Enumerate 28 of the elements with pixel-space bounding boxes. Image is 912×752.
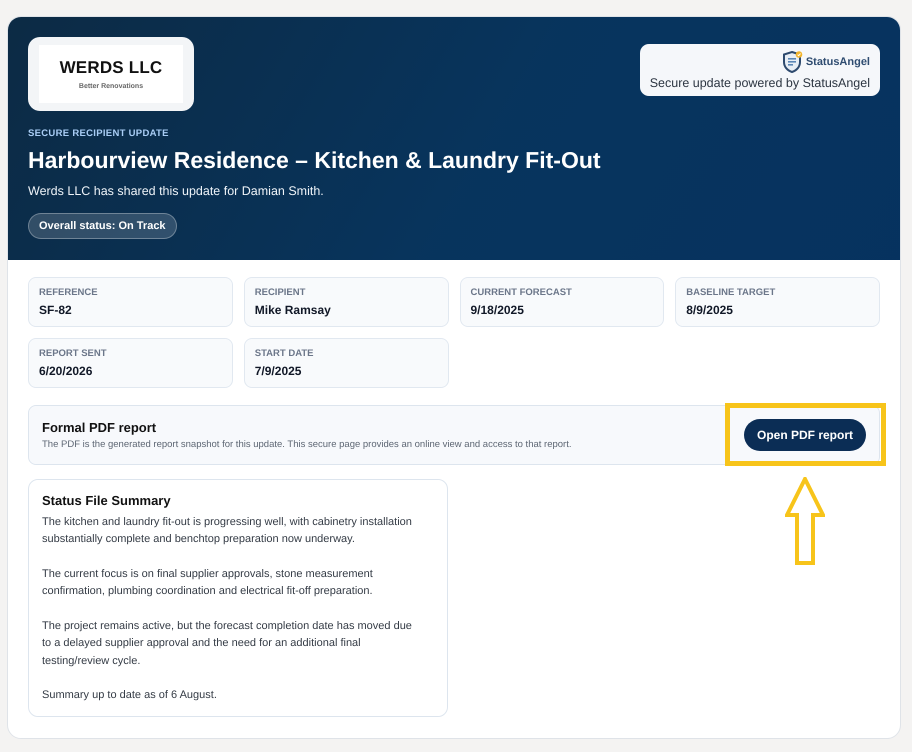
pdf-report-description: The PDF is the generated report snapshot for this update. This secure page provides an online view and access to that report. (42, 438, 572, 450)
shared-by-text: Werds LLC has shared this update for Damian Smith. (28, 184, 324, 198)
eyebrow-label: SECURE RECIPIENT UPDATE (28, 128, 169, 139)
provider-logo-text: StatusAngel (806, 56, 870, 68)
open-pdf-button[interactable]: Open PDF report (744, 418, 866, 451)
detail-value: 7/9/2025 (254, 364, 302, 378)
detail-value: 8/9/2025 (686, 302, 734, 317)
detail-label: REPORT SENT (39, 348, 108, 359)
summary-paragraph: The project remains active, but the forecast completion date has moved due to a delayed supplier approval and the need for an additional final testing/review cycle. (42, 618, 413, 669)
detail-label: RECIPIENT (254, 286, 306, 298)
pdf-report-title: Formal PDF report (42, 420, 158, 435)
company-name: WERDS LLC (60, 58, 162, 78)
detail-value: Mike Ramsay (254, 302, 332, 317)
detail-label: REFERENCE (39, 286, 99, 298)
status-pill: Overall status: On Track (28, 212, 177, 239)
detail-label: CURRENT FORECAST (470, 286, 573, 298)
summary-paragraph: The current focus is on final supplier approvals, stone measurement confirmation, plumbing coordination and electrical fit-off preparation. (42, 566, 374, 600)
summary-paragraph: Summary up to date as of 6 August. (42, 688, 218, 704)
detail-label: START DATE (254, 348, 315, 359)
shield-icon (782, 51, 803, 73)
provider-caption: Secure update powered by StatusAngel (650, 76, 870, 90)
detail-label: BASELINE TARGET (686, 286, 776, 298)
summary-paragraph: The kitchen and laundry fit-out is progressing well, with cabinetry installation substantially complete and benchtop preparation now underway. (42, 514, 413, 548)
project-title: Harbourview Residence – Kitchen & Laundry Fit-Out (28, 147, 601, 175)
detail-value: 9/18/2025 (470, 302, 525, 317)
summary-title: Status File Summary (42, 492, 172, 508)
detail-value: SF-82 (39, 302, 73, 317)
detail-value: 6/20/2026 (39, 364, 94, 378)
